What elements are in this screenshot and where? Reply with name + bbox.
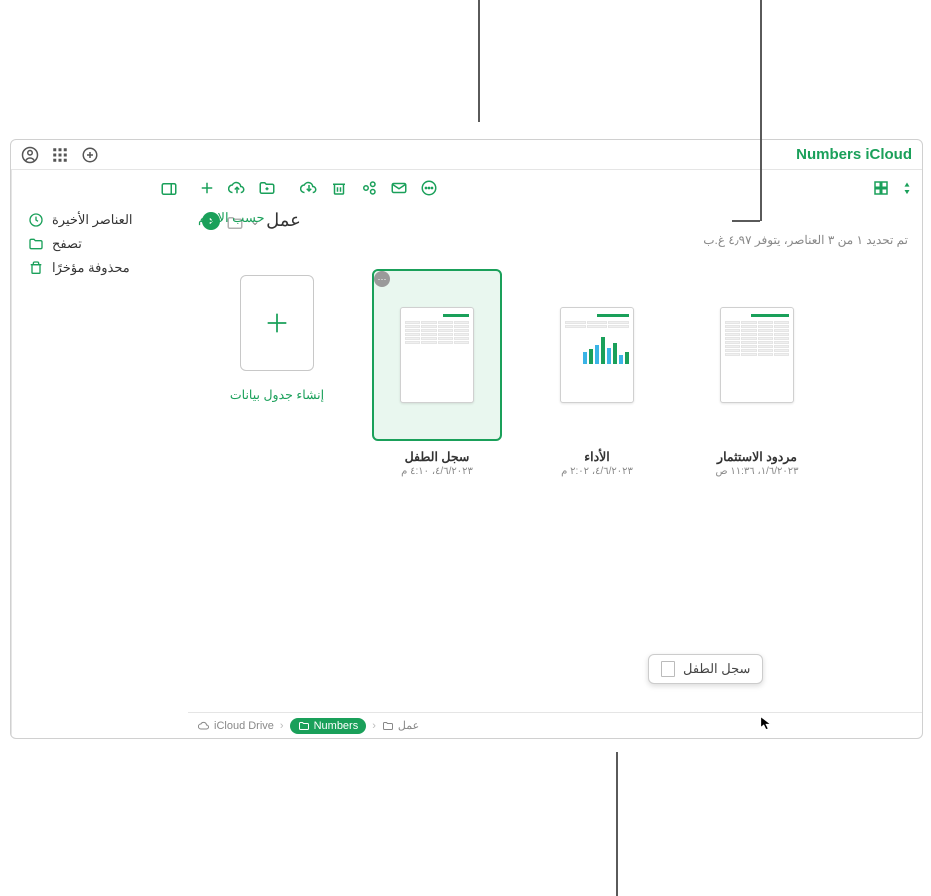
drag-label: سجل الطفل: [683, 661, 750, 677]
more-dot-icon[interactable]: ⋯: [374, 271, 390, 287]
toolbar: [188, 170, 922, 202]
sidebar-browse-label: تصفح: [52, 236, 82, 252]
sort-by-name[interactable]: حسب الاسم: [198, 210, 265, 226]
file-thumb: [720, 307, 794, 403]
sidebar-recent-label: العناصر الأخيرة: [52, 212, 133, 228]
cloud-icon: [198, 720, 210, 732]
status-text: تم تحديد ١ من ٣ العناصر، يتوفر ٤٫٩٧ غ.ب: [188, 233, 922, 255]
callout-line-2: [760, 0, 762, 124]
user-circle-icon[interactable]: [21, 146, 39, 164]
delete-icon[interactable]: [330, 179, 348, 197]
clock-icon: [28, 212, 44, 228]
share-icon[interactable]: [360, 179, 378, 197]
sidebar-item-browse[interactable]: تصفح: [22, 232, 178, 256]
drag-preview: سجل الطفل: [648, 654, 763, 684]
crumb-sep: ‹: [280, 720, 284, 732]
callout-line-2c: [760, 124, 762, 221]
folder-icon: [28, 236, 44, 252]
more-icon[interactable]: [420, 179, 438, 197]
file-date: ٤/٦/٢٠٢٣، ٤:١٠ م: [401, 466, 473, 477]
sort-toggle-icon[interactable]: [902, 179, 912, 197]
new-spreadsheet-tile[interactable]: إنشاء جدول بيانات: [212, 269, 342, 477]
new-folder-icon[interactable]: [258, 179, 276, 197]
callout-line-2b: [732, 220, 760, 222]
file-card[interactable]: مردود الاستثمار ١/٦/٢٠٢٣، ١١:٣٦ ص: [692, 269, 822, 477]
file-grid: إنشاء جدول بيانات ⋯: [188, 255, 922, 491]
sidebar-item-deleted[interactable]: محذوفة مؤخرًا: [22, 256, 178, 280]
download-cloud-icon[interactable]: [300, 179, 318, 197]
grid-apps-icon[interactable]: [51, 146, 69, 164]
trash-icon: [28, 260, 44, 276]
folder-small-icon: [298, 720, 310, 732]
file-thumb: [560, 307, 634, 403]
file-card-selected[interactable]: ⋯: [372, 269, 502, 477]
new-tile-label: إنشاء جدول بيانات: [230, 387, 324, 402]
file-date: ١/٦/٢٠٢٣، ١١:٣٦ ص: [716, 466, 799, 477]
plus-tile[interactable]: [240, 275, 314, 371]
callout-line-3: [616, 752, 618, 896]
callout-line-1: [478, 0, 480, 122]
add-circle-icon[interactable]: [81, 146, 99, 164]
crumb-root[interactable]: iCloud Drive: [198, 720, 274, 732]
app-title: Numbers iCloud: [796, 146, 912, 163]
file-title: الأداء: [584, 449, 610, 464]
breadcrumb: iCloud Drive ‹ Numbers ‹ عمل: [188, 712, 922, 738]
sidebar-toggle-icon[interactable]: [160, 180, 178, 198]
file-date: ٤/٦/٢٠٢٣، ٢:٠٢ م: [561, 466, 633, 477]
file-thumb: [400, 307, 474, 403]
folder-header: عمل ⌄: [188, 202, 922, 233]
mail-icon[interactable]: [390, 179, 408, 197]
title-bar: Numbers iCloud: [11, 140, 922, 170]
crumb-leaf[interactable]: عمل: [382, 719, 419, 732]
file-title: مردود الاستثمار: [717, 449, 797, 464]
content-area: حسب الاسم عمل ⌄ تم تحديد ١ من ٣ العناصر،…: [188, 170, 922, 738]
sidebar-item-recent[interactable]: العناصر الأخيرة: [22, 208, 178, 232]
folder-small-icon: [382, 720, 394, 732]
cursor-icon: [760, 716, 772, 732]
app-window: Numbers iCloud: [10, 139, 923, 739]
sidebar-deleted-label: محذوفة مؤخرًا: [52, 260, 130, 276]
new-plus-icon[interactable]: [198, 179, 216, 197]
document-small-icon: [661, 661, 675, 677]
crumb-sep: ‹: [372, 720, 376, 732]
view-grid-icon[interactable]: [872, 179, 890, 197]
upload-cloud-icon[interactable]: [228, 179, 246, 197]
sidebar: العناصر الأخيرة تصفح محذوفة مؤخرًا: [11, 170, 188, 738]
crumb-numbers[interactable]: Numbers: [290, 718, 367, 734]
file-title: سجل الطفل: [405, 449, 470, 464]
file-card[interactable]: الأداء ٤/٦/٢٠٢٣، ٢:٠٢ م: [532, 269, 662, 477]
